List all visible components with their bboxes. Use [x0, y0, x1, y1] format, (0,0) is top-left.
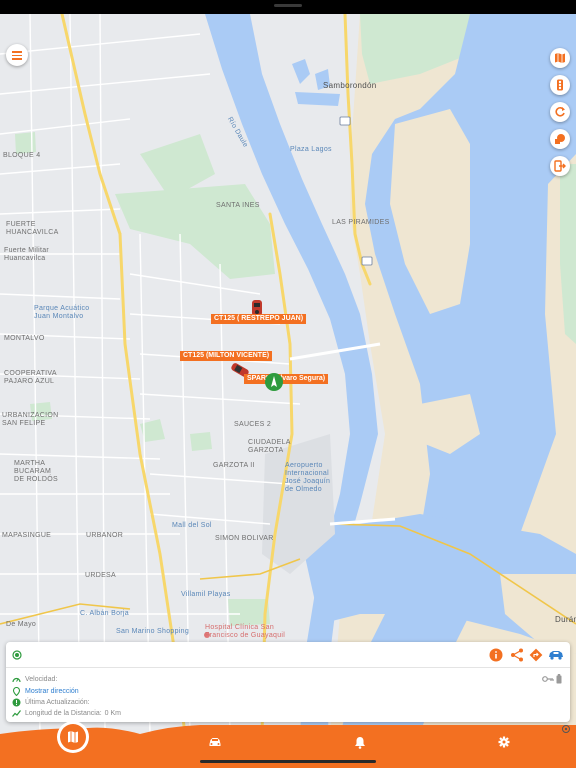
refresh-button[interactable] [550, 102, 570, 122]
status-dot-icon [12, 650, 22, 660]
place-label-sauces: SAUCES 2 [234, 421, 272, 428]
street-view-car-icon [549, 651, 563, 660]
show-address-link[interactable]: Mostrar dirección [25, 688, 79, 695]
logout-icon [554, 160, 566, 172]
info-button[interactable] [489, 648, 503, 667]
place-label-urbanor: URBANOR [86, 532, 124, 539]
distance-row: Longitud de la Distancia: 0 Km [12, 708, 121, 718]
place-label-san-marino: San Marino Shopping [116, 628, 190, 635]
share-icon [511, 648, 523, 662]
place-label-cooperativa: COOPERATIVA PAJARO AZUL [4, 370, 57, 385]
vehicle-label-restrepo[interactable]: CT125 ( RESTREPO JUAN) [211, 314, 307, 324]
directions-button[interactable] [529, 648, 543, 667]
distance-label: Longitud de la Distancia: [25, 709, 102, 717]
refresh-icon [555, 107, 565, 117]
share-button[interactable] [510, 648, 524, 667]
info-icon [489, 648, 503, 662]
geofence-button[interactable] [550, 129, 570, 149]
nav-vehicles-button[interactable] [207, 735, 223, 749]
address-row[interactable]: Mostrar dirección [12, 686, 79, 696]
hamburger-icon-line [12, 54, 22, 57]
geofence-icon [555, 134, 565, 144]
traffic-button[interactable] [550, 75, 570, 95]
spark-marker-icon[interactable] [264, 372, 284, 397]
traffic-light-icon [557, 79, 563, 91]
location-pin-icon [12, 686, 21, 696]
place-label-santa-ines: SANTA INES [216, 202, 260, 209]
place-label-montalvo: MONTALVO [4, 335, 45, 342]
place-label-fuerte: FUERTE HUANCAVILCA [6, 221, 59, 236]
nav-alerts-button[interactable] [352, 735, 368, 749]
place-label-parque: Parque Acuático Juan Montalvo [34, 305, 90, 320]
directions-icon [529, 648, 543, 662]
map-recenter-icon[interactable] [560, 722, 576, 734]
place-label-urdesa: URDESA [85, 572, 116, 579]
hamburger-menu-button[interactable] [6, 44, 28, 66]
map-icon [68, 731, 78, 743]
distance-value: 0 Km [104, 709, 122, 717]
speed-row: Velocidad: [12, 674, 57, 684]
home-indicator [200, 760, 376, 763]
vehicle-info-card: Velocidad: Mostrar dirección Última Actu… [6, 642, 570, 722]
status-pill [274, 4, 302, 7]
hamburger-icon-line [12, 58, 22, 60]
battery-icon [556, 674, 562, 684]
card-divider [6, 667, 570, 668]
speed-label: Velocidad: [25, 675, 58, 683]
last-update-row: Última Actualización: [12, 697, 90, 707]
vehicle-label-spark[interactable]: SPARK (Alvaro Segura) [244, 374, 329, 384]
place-label-urb-san-felipe: URBANIZACION SAN FELIPE [2, 412, 59, 427]
place-label-bloque4: BLOQUE 4 [3, 152, 41, 159]
place-label-martha: MARTHA BUCARAM DE ROLDÓS [14, 460, 58, 483]
place-label-duran: Durán [555, 615, 576, 624]
place-label-mall-del-sol: Mall del Sol [172, 522, 212, 529]
place-label-ciudadela-garzota: CIUDADELA GARZOTA [248, 439, 291, 454]
nav-settings-button[interactable] [496, 735, 512, 749]
vehicle-label-milton[interactable]: CT125 (MILTON VICENTE) [180, 351, 273, 361]
place-label-mapasingue: MAPASINGUE [2, 532, 52, 539]
trend-icon [12, 709, 21, 717]
hamburger-icon [12, 51, 22, 53]
place-label-aeropuerto: Aeropuerto Internacional José Joaquín de… [285, 462, 331, 493]
place-label-alban-borja: C. Albán Borja [80, 610, 129, 617]
map-view[interactable]: Samborondón BLOQUE 4 FUERTE HUANCAVILCA … [0, 14, 576, 734]
key-icon [542, 676, 554, 682]
map-layers-button[interactable] [550, 48, 570, 68]
street-view-button[interactable] [547, 648, 565, 667]
last-update-label: Última Actualización: [25, 698, 90, 706]
alert-circle-icon [12, 698, 21, 706]
car-icon [209, 737, 221, 746]
place-label-hospital: Hospital Clínica San Francisco de Guayaq… [205, 624, 286, 639]
place-label-samborondon: Samborondón [323, 81, 377, 90]
settings-icon [498, 736, 510, 748]
speedometer-icon [12, 677, 21, 682]
place-label-simon-bolivar: SIMON BOLIVAR [215, 535, 274, 542]
logout-button[interactable] [550, 156, 570, 176]
place-label-las-piramides: LAS PIRAMIDES [332, 219, 390, 226]
bell-icon [355, 736, 365, 749]
system-status-bar [0, 0, 576, 14]
place-label-de-mayo: De Mayo [6, 621, 37, 628]
place-label-fuerte-militar: Fuerte Militar Huancavilca [4, 247, 50, 262]
place-label-garzota-ii: GARZOTA II [213, 462, 255, 469]
place-label-plaza-lagos: Plaza Lagos [290, 146, 332, 153]
map-layers-icon [555, 53, 565, 63]
place-label-villamil: Villamil Playas [181, 591, 231, 598]
nav-map-button[interactable] [60, 724, 86, 750]
